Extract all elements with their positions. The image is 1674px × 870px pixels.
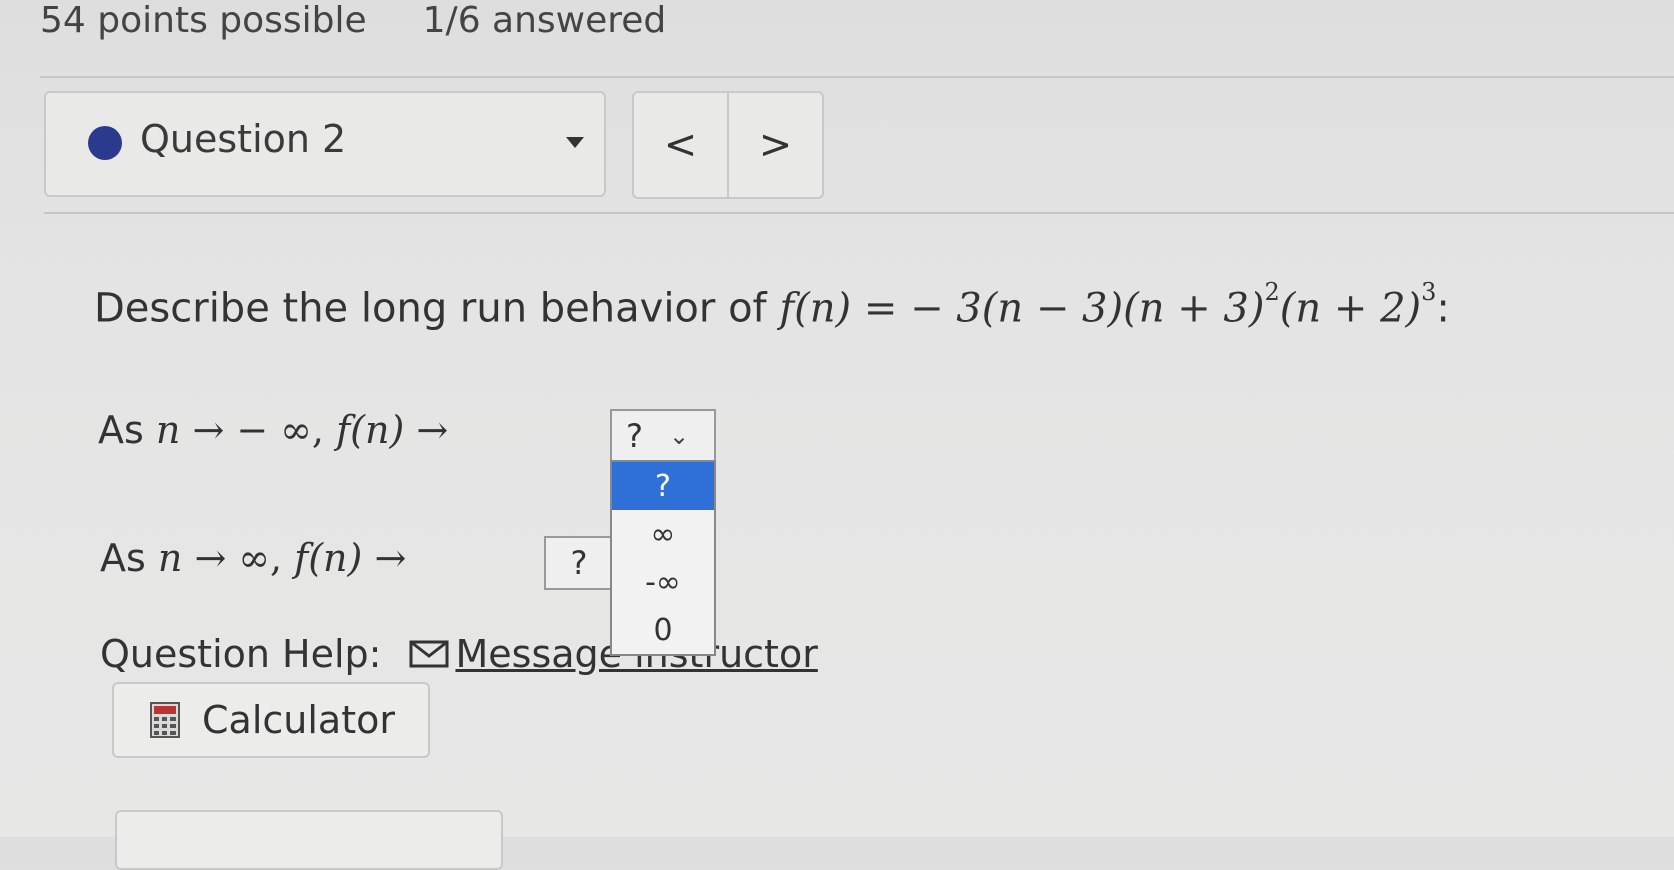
question-prompt: Describe the long run behavior of f(n) =…: [94, 278, 1450, 332]
mail-icon: [409, 640, 449, 668]
question-select[interactable]: Question 2: [44, 91, 606, 197]
dropdown-option[interactable]: 0: [612, 606, 714, 654]
calculator-icon: [150, 702, 180, 738]
row-var: n: [157, 536, 183, 580]
caret-down-icon: [566, 137, 584, 148]
behavior-row-negative: As n → − ∞, f(n) →: [98, 408, 448, 452]
question-help-label: Question Help:: [100, 632, 382, 676]
prompt-text: Describe the long run behavior of: [94, 285, 780, 332]
limit-select-negative[interactable]: ? ⌄: [610, 409, 716, 463]
row-func: f(n): [294, 536, 363, 580]
dropdown-option[interactable]: -∞: [612, 558, 714, 606]
function-expression-tail: (n + 2): [1279, 285, 1422, 332]
row-lead: As: [98, 408, 156, 452]
function-expression: f(n) = − 3(n − 3)(n + 3): [779, 285, 1265, 332]
points-possible: 54 points possible: [40, 0, 367, 41]
answered-count: 1/6 answered: [422, 0, 667, 41]
limit-dropdown-menu: ? ∞ -∞ 0: [610, 460, 716, 656]
question-divider: [44, 212, 1674, 214]
question-status-dot-icon: [88, 126, 122, 160]
select-value: ?: [570, 544, 588, 582]
exponent-1: 2: [1264, 278, 1280, 306]
row-lead: As: [100, 536, 158, 580]
calculator-button[interactable]: Calculator: [112, 682, 430, 758]
top-status-bar: 54 points possible 1/6 answered: [40, 0, 722, 41]
calculator-label: Calculator: [202, 698, 395, 742]
row-arrow: → ∞,: [182, 536, 295, 580]
limit-select-positive[interactable]: ?: [544, 536, 614, 590]
dropdown-option[interactable]: ?: [612, 462, 714, 510]
exponent-2: 3: [1421, 278, 1437, 306]
chevron-down-icon: ⌄: [668, 422, 690, 450]
next-question-bottom-button[interactable]: [115, 810, 503, 870]
select-value: ?: [626, 417, 643, 455]
next-question-button[interactable]: >: [729, 93, 822, 197]
row-var: n: [155, 408, 181, 452]
prompt-end: :: [1436, 285, 1450, 332]
dropdown-option[interactable]: ∞: [612, 510, 714, 558]
chevron-left-icon: <: [663, 122, 698, 168]
chevron-right-icon: >: [758, 122, 793, 168]
row-arrow: → − ∞,: [180, 408, 337, 452]
row-arrow2: →: [362, 536, 407, 580]
question-select-label: Question 2: [140, 117, 347, 161]
prev-question-button[interactable]: <: [634, 93, 729, 197]
top-divider: [40, 76, 1674, 78]
row-func: f(n): [336, 408, 405, 452]
row-arrow2: →: [404, 408, 449, 452]
behavior-row-positive: As n → ∞, f(n) →: [100, 536, 406, 580]
question-nav: < >: [632, 91, 824, 199]
